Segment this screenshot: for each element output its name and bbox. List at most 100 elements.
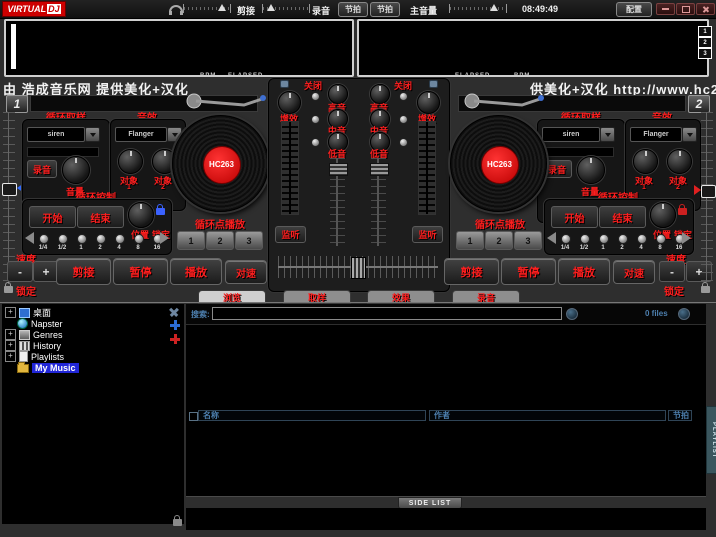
deck1-pitch-slider[interactable] xyxy=(3,112,15,284)
tree-item-my-music[interactable]: My Music xyxy=(17,362,79,373)
deck1-sample-record-button[interactable]: 录音 xyxy=(27,160,57,178)
deck1-loop-halve-icon[interactable] xyxy=(25,232,34,244)
channel-fader-left-handle[interactable] xyxy=(329,163,348,176)
deck2-fx-dropdown-icon[interactable] xyxy=(682,127,697,142)
deck1-cue-button[interactable]: 剪接 xyxy=(56,258,111,285)
mixer-kill-hi-right-led[interactable] xyxy=(399,92,408,101)
tree-tool-icon[interactable] xyxy=(167,305,181,319)
deck1-sample-select[interactable]: siren xyxy=(27,127,85,142)
deck1-cue-3-button[interactable]: 3 xyxy=(235,231,263,250)
playlist-side-tab[interactable]: PLAYLIST xyxy=(706,406,716,474)
restore-button[interactable] xyxy=(676,3,695,15)
mixer-kill-hi-left-led[interactable] xyxy=(311,92,320,101)
waveform-marker-1[interactable]: 1 xyxy=(698,26,712,37)
deck2-cue-3-button[interactable]: 3 xyxy=(514,231,542,250)
deck2-pitch-slider[interactable] xyxy=(701,112,713,284)
deck1-speed-lock-icon[interactable] xyxy=(4,286,13,293)
deck2-sample-select[interactable]: siren xyxy=(542,127,600,142)
deck2-fx-param1-knob[interactable] xyxy=(633,149,658,174)
headphone-volume-slider[interactable] xyxy=(183,4,231,13)
tree-item-desktop[interactable]: + 桌面 xyxy=(5,307,51,318)
beat-button-2[interactable]: 节拍 xyxy=(370,2,400,17)
deck2-loop-position-knob[interactable] xyxy=(650,202,676,228)
pfl-left-button[interactable]: 监听 xyxy=(275,226,306,243)
deck2-sync-button[interactable]: 对速 xyxy=(613,260,655,284)
close-button[interactable] xyxy=(696,3,715,15)
deck2-fx-param2-knob[interactable] xyxy=(667,149,692,174)
sidelist-area[interactable] xyxy=(186,508,706,530)
crossfader[interactable] xyxy=(278,256,438,278)
list-option-icon[interactable] xyxy=(678,308,690,320)
mixer-kill-mid-right-led[interactable] xyxy=(399,115,408,124)
deck2-loop-double-icon[interactable] xyxy=(682,232,691,244)
add-red-icon[interactable] xyxy=(170,334,180,344)
minimize-button[interactable] xyxy=(656,3,675,15)
deck1-speed-minus-button[interactable]: - xyxy=(7,261,33,282)
pfl-right-button[interactable]: 监听 xyxy=(412,226,443,243)
deck1-loop-position-knob[interactable] xyxy=(128,202,154,228)
deck2-loop-halve-icon[interactable] xyxy=(547,232,556,244)
deck2-cue-1-button[interactable]: 1 xyxy=(456,231,484,250)
master-volume-slider[interactable] xyxy=(449,4,507,13)
deck2-pause-button[interactable]: 暂停 xyxy=(501,258,556,285)
deck1-loop-lock-icon[interactable] xyxy=(156,208,165,215)
deck2-cue-2-button[interactable]: 2 xyxy=(485,231,513,250)
deck1-cue-1-button[interactable]: 1 xyxy=(177,231,205,250)
expand-icon[interactable]: + xyxy=(5,307,16,318)
deck2-sample-volume-knob[interactable] xyxy=(577,156,605,184)
tree-item-napster[interactable]: Napster xyxy=(17,318,63,329)
mixer-kill-low-right-led[interactable] xyxy=(399,138,408,147)
column-header-artist[interactable]: 作者 xyxy=(429,410,666,421)
deck1-sync-button[interactable]: 对速 xyxy=(225,260,267,284)
deck1-jog-wheel[interactable]: HC263 xyxy=(172,115,269,212)
deck2-jog-wheel[interactable]: HC263 xyxy=(450,115,547,212)
deck1-sample-dropdown-icon[interactable] xyxy=(85,127,100,142)
channel-fader-right-handle[interactable] xyxy=(370,163,389,176)
deck2-sample-dropdown-icon[interactable] xyxy=(600,127,615,142)
deck2-loop-start-button[interactable]: 开始 xyxy=(551,206,598,228)
deck1-cue-2-button[interactable]: 2 xyxy=(206,231,234,250)
deck2-pitch-handle[interactable] xyxy=(701,185,716,198)
deck2-loop-lock-icon[interactable] xyxy=(678,208,687,215)
search-option-icon[interactable] xyxy=(566,308,578,320)
deck2-cue-button[interactable]: 剪接 xyxy=(444,258,499,285)
deck2-loop-end-button[interactable]: 结束 xyxy=(599,206,646,228)
tree-item-history[interactable]: + History xyxy=(5,340,61,351)
playlist-area[interactable] xyxy=(186,424,706,496)
crossfader-handle[interactable] xyxy=(351,257,366,279)
expand-icon[interactable]: + xyxy=(5,340,16,351)
expand-icon[interactable]: + xyxy=(5,329,16,340)
deck2-speed-minus-button[interactable]: - xyxy=(659,261,685,282)
waveform-marker-3[interactable]: 3 xyxy=(698,48,712,59)
column-header-bpm[interactable]: 节拍 xyxy=(668,410,692,421)
deck1-loop-end-button[interactable]: 结束 xyxy=(77,206,124,228)
deck1-pitch-handle[interactable] xyxy=(2,183,17,196)
mixer-gain-right-knob[interactable] xyxy=(417,91,440,114)
deck2-play-button[interactable]: 播放 xyxy=(558,258,610,285)
deck1-sample-volume-knob[interactable] xyxy=(62,156,90,184)
beat-button-1[interactable]: 节拍 xyxy=(338,2,368,17)
deck1-loop-double-icon[interactable] xyxy=(160,232,169,244)
add-blue-icon[interactable] xyxy=(170,320,180,330)
deck1-loop-start-button[interactable]: 开始 xyxy=(29,206,76,228)
crossfade-slider-handle[interactable] xyxy=(267,4,275,11)
tree-item-genres[interactable]: + Genres xyxy=(5,329,63,340)
mixer-kill-mid-left-led[interactable] xyxy=(311,115,320,124)
tree-item-playlists[interactable]: + Playlists xyxy=(5,351,64,362)
config-button[interactable]: 配置 xyxy=(616,2,652,17)
headphone-slider-handle[interactable] xyxy=(218,4,226,11)
deck1-play-button[interactable]: 播放 xyxy=(170,258,222,285)
waveform-marker-2[interactable]: 2 xyxy=(698,37,712,48)
deck1-fx-param1-knob[interactable] xyxy=(118,149,143,174)
deck1-pause-button[interactable]: 暂停 xyxy=(113,258,168,285)
deck2-fx-select[interactable]: Flanger xyxy=(630,127,682,142)
search-input[interactable] xyxy=(212,307,562,320)
mixer-kill-low-left-led[interactable] xyxy=(311,138,320,147)
deck1-fx-select[interactable]: Flanger xyxy=(115,127,167,142)
column-header-title[interactable]: 名称 xyxy=(198,410,426,421)
browser-lock-icon[interactable] xyxy=(173,519,182,526)
crossfade-slider[interactable] xyxy=(262,4,310,13)
deck2-speed-lock-icon[interactable] xyxy=(701,286,710,293)
mixer-gain-left-knob[interactable] xyxy=(278,91,301,114)
master-slider-handle[interactable] xyxy=(490,4,498,11)
